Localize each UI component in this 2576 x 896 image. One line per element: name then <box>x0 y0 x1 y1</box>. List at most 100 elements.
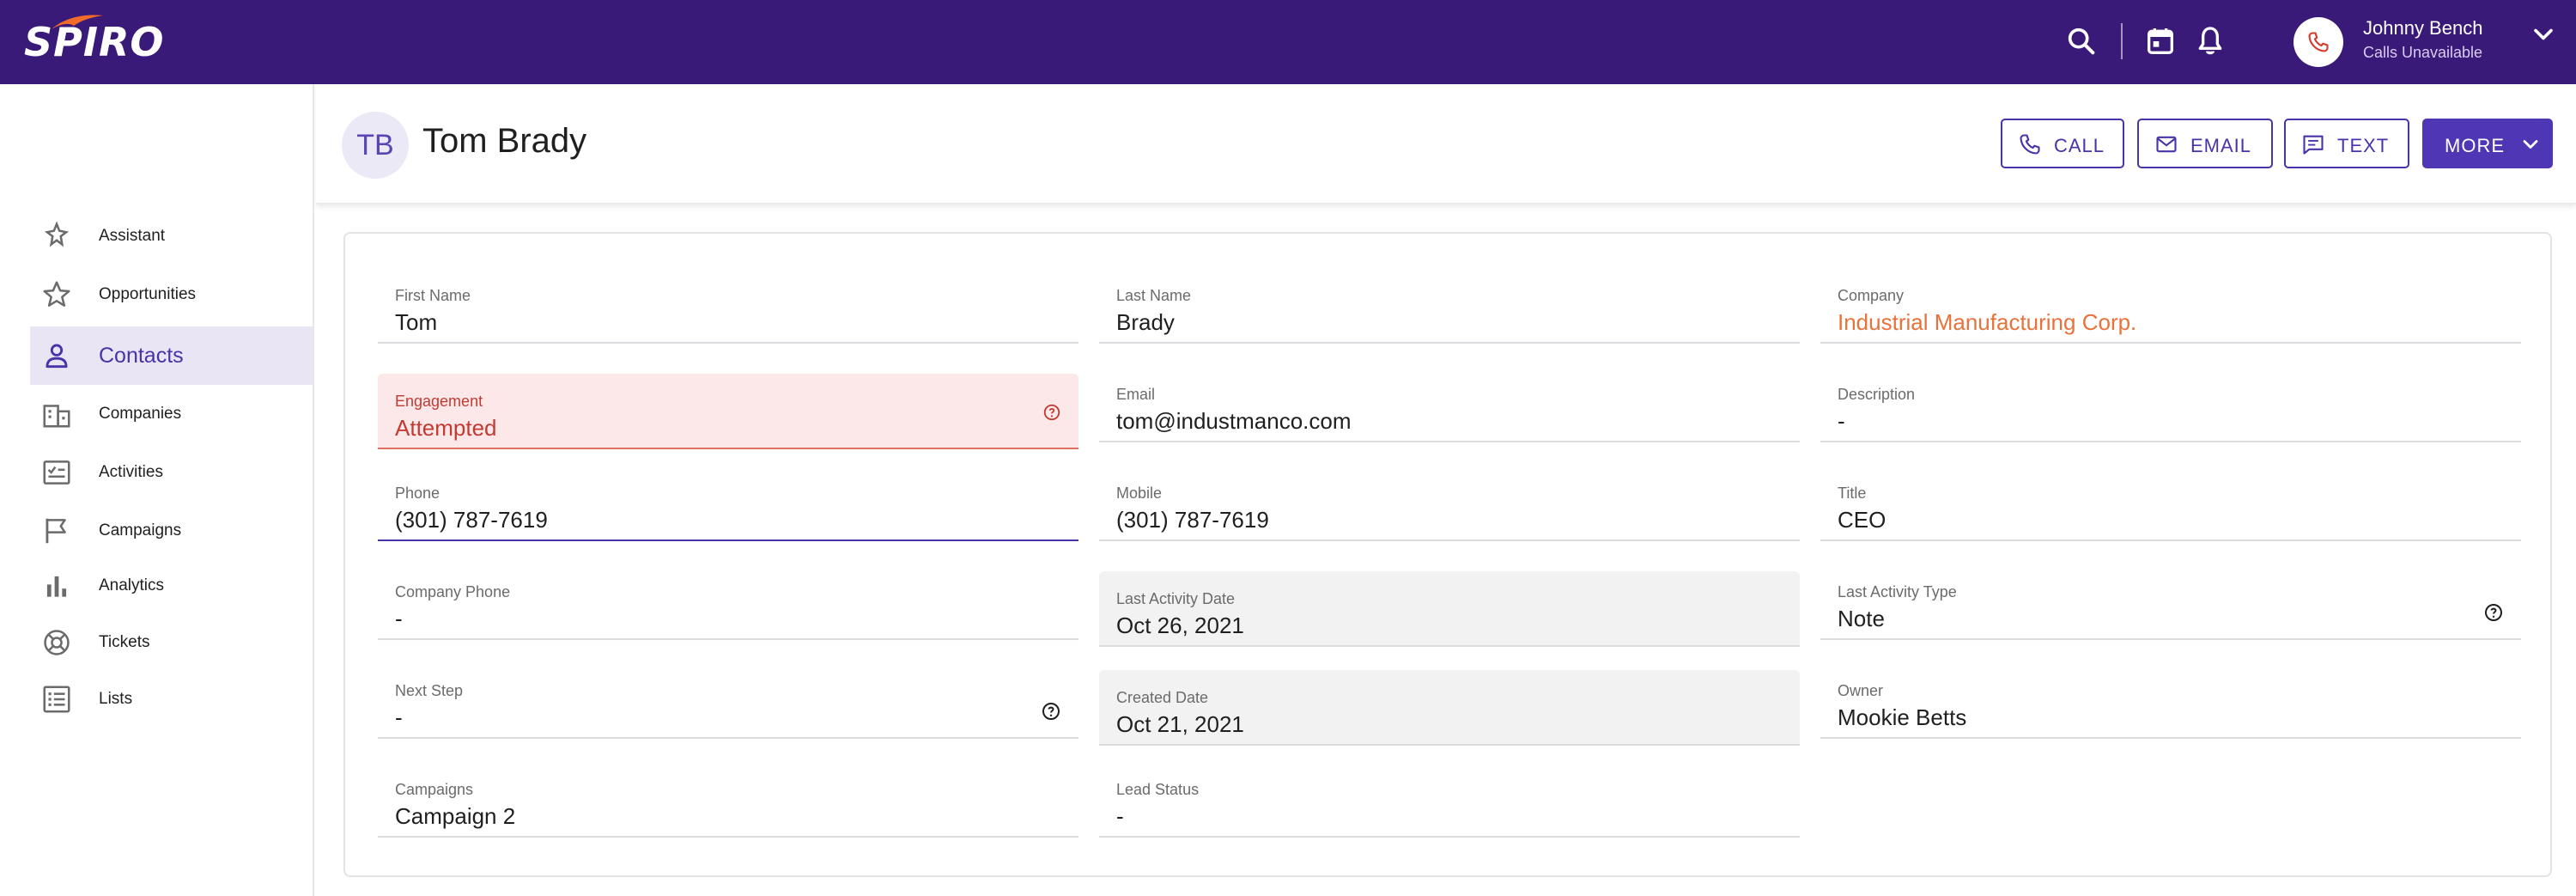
more-button-label: MORE <box>2445 135 2505 156</box>
help-icon[interactable] <box>2483 602 2504 623</box>
person-icon <box>46 344 68 369</box>
company-field[interactable]: Company Industrial Manufacturing Corp. <box>1820 268 2521 344</box>
sidebar-item-label: Opportunities <box>99 285 197 303</box>
contact-avatar: TB <box>342 112 409 179</box>
owner-field[interactable]: Owner Mookie Betts <box>1820 663 2521 739</box>
call-status-avatar[interactable] <box>2293 17 2343 67</box>
next-step-field[interactable]: Next Step - <box>378 663 1078 739</box>
sidebar-item-companies[interactable]: Companies <box>30 385 313 443</box>
sidebar-item-label: Tickets <box>99 633 150 651</box>
sidebar-item-label: Campaigns <box>99 521 182 539</box>
sidebar-item-opportunities[interactable]: Opportunities <box>30 265 313 324</box>
call-button[interactable]: CALL <box>2001 119 2124 168</box>
phone-icon <box>2308 32 2329 52</box>
field-label: Mobile <box>1116 485 1163 502</box>
mail-icon <box>2156 136 2177 153</box>
field-value: - <box>1116 803 1124 829</box>
sidebar-item-label: Companies <box>99 405 182 423</box>
last-activity-date-field: Last Activity Date Oct 26, 2021 <box>1099 571 1800 647</box>
first-name-field[interactable]: First Name Tom <box>378 268 1078 344</box>
field-value: - <box>395 606 403 631</box>
bell-icon[interactable] <box>2193 24 2227 58</box>
company-phone-field[interactable]: Company Phone - <box>378 564 1078 640</box>
sidebar-item-analytics[interactable]: Analytics <box>30 557 313 615</box>
email-button-label: EMAIL <box>2190 135 2252 156</box>
list-icon <box>43 686 70 713</box>
title-field[interactable]: Title CEO <box>1820 466 2521 541</box>
chevron-down-icon <box>2523 140 2538 149</box>
sidebar-item-label: Activities <box>99 463 163 481</box>
field-value: Note <box>1838 606 1885 631</box>
user-name[interactable]: Johnny Bench <box>2363 17 2482 40</box>
sidebar-item-lists[interactable]: Lists <box>30 670 313 728</box>
created-date-field: Created Date Oct 21, 2021 <box>1099 670 1800 746</box>
call-button-label: CALL <box>2054 135 2105 156</box>
phone-field[interactable]: Phone (301) 787-7619 <box>378 466 1078 541</box>
sidebar-item-tickets[interactable]: Tickets <box>30 613 313 672</box>
field-label: Phone <box>395 485 440 502</box>
star-icon <box>43 281 70 307</box>
field-label: Engagement <box>395 393 483 410</box>
calendar-icon[interactable] <box>2143 24 2178 58</box>
field-label: Last Name <box>1116 287 1192 304</box>
sidebar-item-assistant[interactable]: Assistant <box>30 207 313 265</box>
help-icon[interactable] <box>1042 403 1061 422</box>
last-name-field[interactable]: Last Name Brady <box>1099 268 1800 344</box>
field-label: Created Date <box>1116 689 1209 706</box>
email-button[interactable]: EMAIL <box>2137 119 2273 168</box>
field-value: Tom <box>395 309 438 335</box>
field-label: Description <box>1838 386 1916 403</box>
lead-status-field[interactable]: Lead Status - <box>1099 762 1800 838</box>
sidebar-item-campaigns[interactable]: Campaigns <box>30 502 313 560</box>
field-label: Email <box>1116 386 1156 403</box>
field-value: - <box>395 704 403 730</box>
contact-header: TB Tom Brady CALL EMAIL TEXT MORE <box>316 84 2576 204</box>
phone-icon <box>2020 134 2040 155</box>
more-button[interactable]: MORE <box>2422 119 2553 168</box>
sidebar-item-label: Contacts <box>99 343 184 368</box>
description-field[interactable]: Description - <box>1820 367 2521 442</box>
sidebar-item-contacts[interactable]: Contacts <box>30 326 313 385</box>
sidebar-item-label: Analytics <box>99 576 165 594</box>
topbar-divider <box>2121 23 2123 59</box>
mobile-field[interactable]: Mobile (301) 787-7619 <box>1099 466 1800 541</box>
field-value: tom@industmanco.com <box>1116 408 1352 434</box>
field-value: (301) 787-7619 <box>395 507 548 533</box>
field-label: Company <box>1838 287 1905 304</box>
bar-chart-icon <box>46 576 67 597</box>
field-value: Oct 21, 2021 <box>1116 711 1244 737</box>
email-field[interactable]: Email tom@industmanco.com <box>1099 367 1800 442</box>
search-icon[interactable] <box>2064 24 2099 58</box>
company-link[interactable]: Industrial Manufacturing Corp. <box>1838 309 2136 336</box>
top-bar: SPIRO Johnny Bench Calls Unavailable <box>0 0 2576 84</box>
engagement-field[interactable]: Engagement Attempted <box>378 374 1078 449</box>
field-label: Next Step <box>395 682 464 699</box>
field-label: Last Activity Type <box>1838 583 1957 600</box>
spiro-logo[interactable]: SPIRO <box>24 12 165 67</box>
sidebar-item-label: Lists <box>99 690 133 708</box>
field-value: Mookie Betts <box>1838 704 1967 730</box>
field-value: - <box>1838 408 1845 434</box>
field-label: Company Phone <box>395 583 511 600</box>
sidebar-item-activities[interactable]: Activities <box>30 443 313 502</box>
lifebuoy-icon <box>44 630 70 655</box>
field-value: Oct 26, 2021 <box>1116 613 1244 638</box>
campaigns-field[interactable]: Campaigns Campaign 2 <box>378 762 1078 838</box>
field-value: (301) 787-7619 <box>1116 507 1269 533</box>
field-label: Last Activity Date <box>1116 590 1236 607</box>
help-icon[interactable] <box>1041 701 1061 722</box>
message-icon <box>2303 135 2324 155</box>
field-value: Attempted <box>395 415 497 441</box>
field-value: CEO <box>1838 507 1886 533</box>
field-label: Campaigns <box>395 781 474 798</box>
field-label: Owner <box>1838 682 1884 699</box>
last-activity-type-field[interactable]: Last Activity Type Note <box>1820 564 2521 640</box>
text-button[interactable]: TEXT <box>2284 119 2409 168</box>
flag-icon <box>46 518 66 544</box>
user-status: Calls Unavailable <box>2363 44 2483 61</box>
logo-text: SPIRO <box>24 19 165 65</box>
contact-details-panel: First Name Tom Last Name Brady Company I… <box>343 232 2552 877</box>
field-label: Lead Status <box>1116 781 1200 798</box>
chevron-down-icon[interactable] <box>2528 19 2559 50</box>
text-button-label: TEXT <box>2337 135 2390 156</box>
